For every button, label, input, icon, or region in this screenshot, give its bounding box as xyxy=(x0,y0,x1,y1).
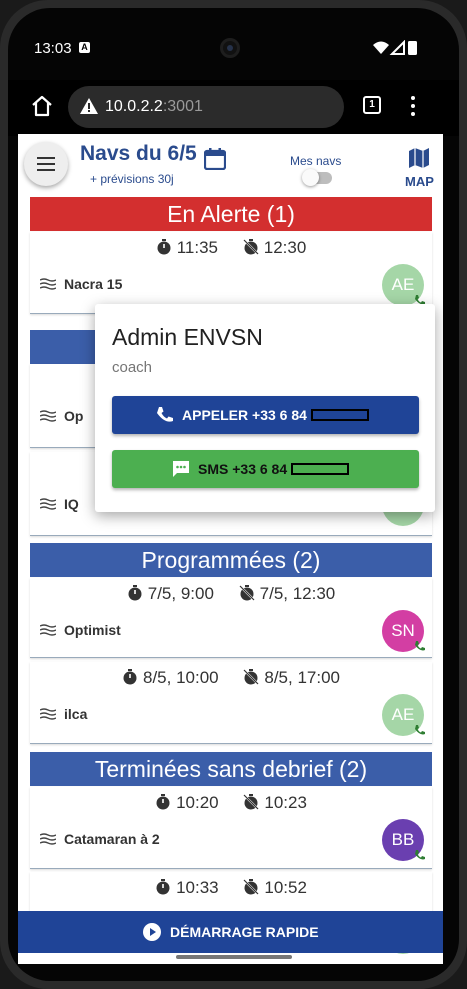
contact-name: Admin ENVSN xyxy=(112,324,263,350)
timer-off-icon xyxy=(242,239,259,255)
app-header: Navs du 6/5 + prévisions 30j Mes navs MA… xyxy=(18,134,443,192)
nav-times: 8/5, 10:00 8/5, 17:00 xyxy=(30,668,432,688)
map-button-label[interactable]: MAP xyxy=(405,174,434,189)
sms-button[interactable]: SMS +33 6 84 xyxy=(112,450,419,488)
boat-label: IQ xyxy=(64,496,79,512)
play-circle-icon xyxy=(143,923,161,941)
phone-icon xyxy=(157,407,173,422)
boat-label: Op xyxy=(64,408,84,424)
end-time: 10:52 xyxy=(264,878,307,897)
boat-name: Catamaran à 2 xyxy=(40,831,160,847)
nav-card[interactable]: 7/5, 9:00 7/5, 12:30 Optimist SN xyxy=(30,578,432,658)
phone-icon xyxy=(415,725,425,735)
timer-start-icon xyxy=(157,239,171,255)
menu-button[interactable] xyxy=(24,142,68,186)
status-time: 13:03 xyxy=(34,40,72,57)
status-bar: 13:03 A xyxy=(8,8,459,80)
boat-label: Nacra 15 xyxy=(64,276,123,292)
waves-icon xyxy=(40,624,56,636)
browser-menu-icon[interactable] xyxy=(408,94,418,118)
nav-card[interactable]: 8/5, 10:00 8/5, 17:00 ilca AE xyxy=(30,662,432,744)
timer-off-icon xyxy=(243,794,260,810)
waves-icon xyxy=(40,498,56,510)
url-host: 10.0.2.2 xyxy=(105,98,163,115)
waves-icon xyxy=(40,410,56,422)
redacted-number xyxy=(291,463,350,475)
quick-start-button[interactable]: DÉMARRAGE RAPIDE xyxy=(18,911,443,953)
boat-label: Optimist xyxy=(64,622,121,638)
call-button[interactable]: APPELER +33 6 84 xyxy=(112,396,419,434)
call-number: APPELER +33 6 84 xyxy=(182,407,307,423)
quick-start-label: DÉMARRAGE RAPIDE xyxy=(170,924,319,940)
sms-button-label: SMS +33 6 84 xyxy=(198,461,350,477)
boat-name: ilca xyxy=(40,706,87,722)
waves-icon xyxy=(40,278,56,290)
my-navs-toggle[interactable] xyxy=(302,169,332,186)
phone-icon xyxy=(415,641,425,651)
start-time: 11:35 xyxy=(176,238,218,257)
nav-times: 7/5, 9:00 7/5, 12:30 xyxy=(30,584,432,604)
nav-card[interactable]: 11:35 12:30 Nacra 15 AE xyxy=(30,232,432,314)
phone-icon xyxy=(415,850,425,860)
end-time: 10:23 xyxy=(264,793,307,812)
system-status-icons xyxy=(373,40,417,55)
home-icon[interactable] xyxy=(30,94,54,118)
forecast-link[interactable]: + prévisions 30j xyxy=(90,172,174,186)
sms-icon xyxy=(173,461,189,477)
gesture-nav-bar[interactable] xyxy=(176,955,292,959)
url-bar[interactable]: 10.0.2.2:3001 xyxy=(68,86,344,128)
end-time: 12:30 xyxy=(263,238,307,257)
timer-start-icon xyxy=(123,669,137,685)
nav-card[interactable]: 10:20 10:23 Catamaran à 2 BB xyxy=(30,787,432,869)
contact-popover: Admin ENVSN coach APPELER +33 6 84 SMS +… xyxy=(95,304,435,512)
section-alert: En Alerte (1) xyxy=(30,197,432,231)
end-time: 8/5, 17:00 xyxy=(264,668,340,687)
nav-times: 11:35 12:30 xyxy=(30,238,432,258)
url-text: 10.0.2.2:3001 xyxy=(105,98,203,116)
timer-start-icon xyxy=(156,879,170,895)
start-time: 8/5, 10:00 xyxy=(143,668,219,687)
web-page: Navs du 6/5 + prévisions 30j Mes navs MA… xyxy=(18,134,443,964)
boat-name: IQ xyxy=(40,496,79,512)
screen: 13:03 A 10.0.2.2:3001 1 Navs du 6/5 + pr… xyxy=(8,8,459,981)
section-finished: Terminées sans debrief (2) xyxy=(30,752,432,786)
browser-toolbar: 10.0.2.2:3001 1 xyxy=(8,80,459,136)
timer-start-icon xyxy=(128,585,142,601)
waves-icon xyxy=(40,708,56,720)
phone-frame: 13:03 A 10.0.2.2:3001 1 Navs du 6/5 + pr… xyxy=(0,0,467,989)
redacted-number xyxy=(310,409,369,421)
timer-off-icon xyxy=(243,879,260,895)
waves-icon xyxy=(40,833,56,845)
page-title: Navs du 6/5 xyxy=(80,142,197,165)
boat-name: Optimist xyxy=(40,622,121,638)
start-time: 10:20 xyxy=(176,793,219,812)
boat-name: Op xyxy=(40,408,83,424)
sms-number: SMS +33 6 84 xyxy=(198,461,288,477)
boat-label: ilca xyxy=(64,706,88,722)
start-time: 7/5, 9:00 xyxy=(147,584,214,603)
call-button-label: APPELER +33 6 84 xyxy=(182,407,369,423)
section-scheduled: Programmées (2) xyxy=(30,543,432,577)
timer-off-icon xyxy=(238,585,255,601)
contact-role: coach xyxy=(112,359,153,376)
my-navs-label: Mes navs xyxy=(290,154,342,168)
url-port: :3001 xyxy=(162,98,203,115)
map-icon[interactable] xyxy=(408,147,430,169)
boat-label: Catamaran à 2 xyxy=(64,831,160,847)
timer-off-icon xyxy=(243,669,260,685)
notification-a-icon: A xyxy=(79,42,90,53)
nav-times: 10:20 10:23 xyxy=(30,793,432,813)
tab-switcher-button[interactable]: 1 xyxy=(363,96,381,114)
front-camera xyxy=(220,38,240,58)
nav-times: 10:33 10:52 xyxy=(30,878,432,898)
start-time: 10:33 xyxy=(176,878,219,897)
calendar-icon[interactable] xyxy=(204,148,226,170)
timer-start-icon xyxy=(156,794,170,810)
boat-name: Nacra 15 xyxy=(40,276,122,292)
end-time: 7/5, 12:30 xyxy=(259,584,336,603)
warning-icon xyxy=(80,98,98,114)
